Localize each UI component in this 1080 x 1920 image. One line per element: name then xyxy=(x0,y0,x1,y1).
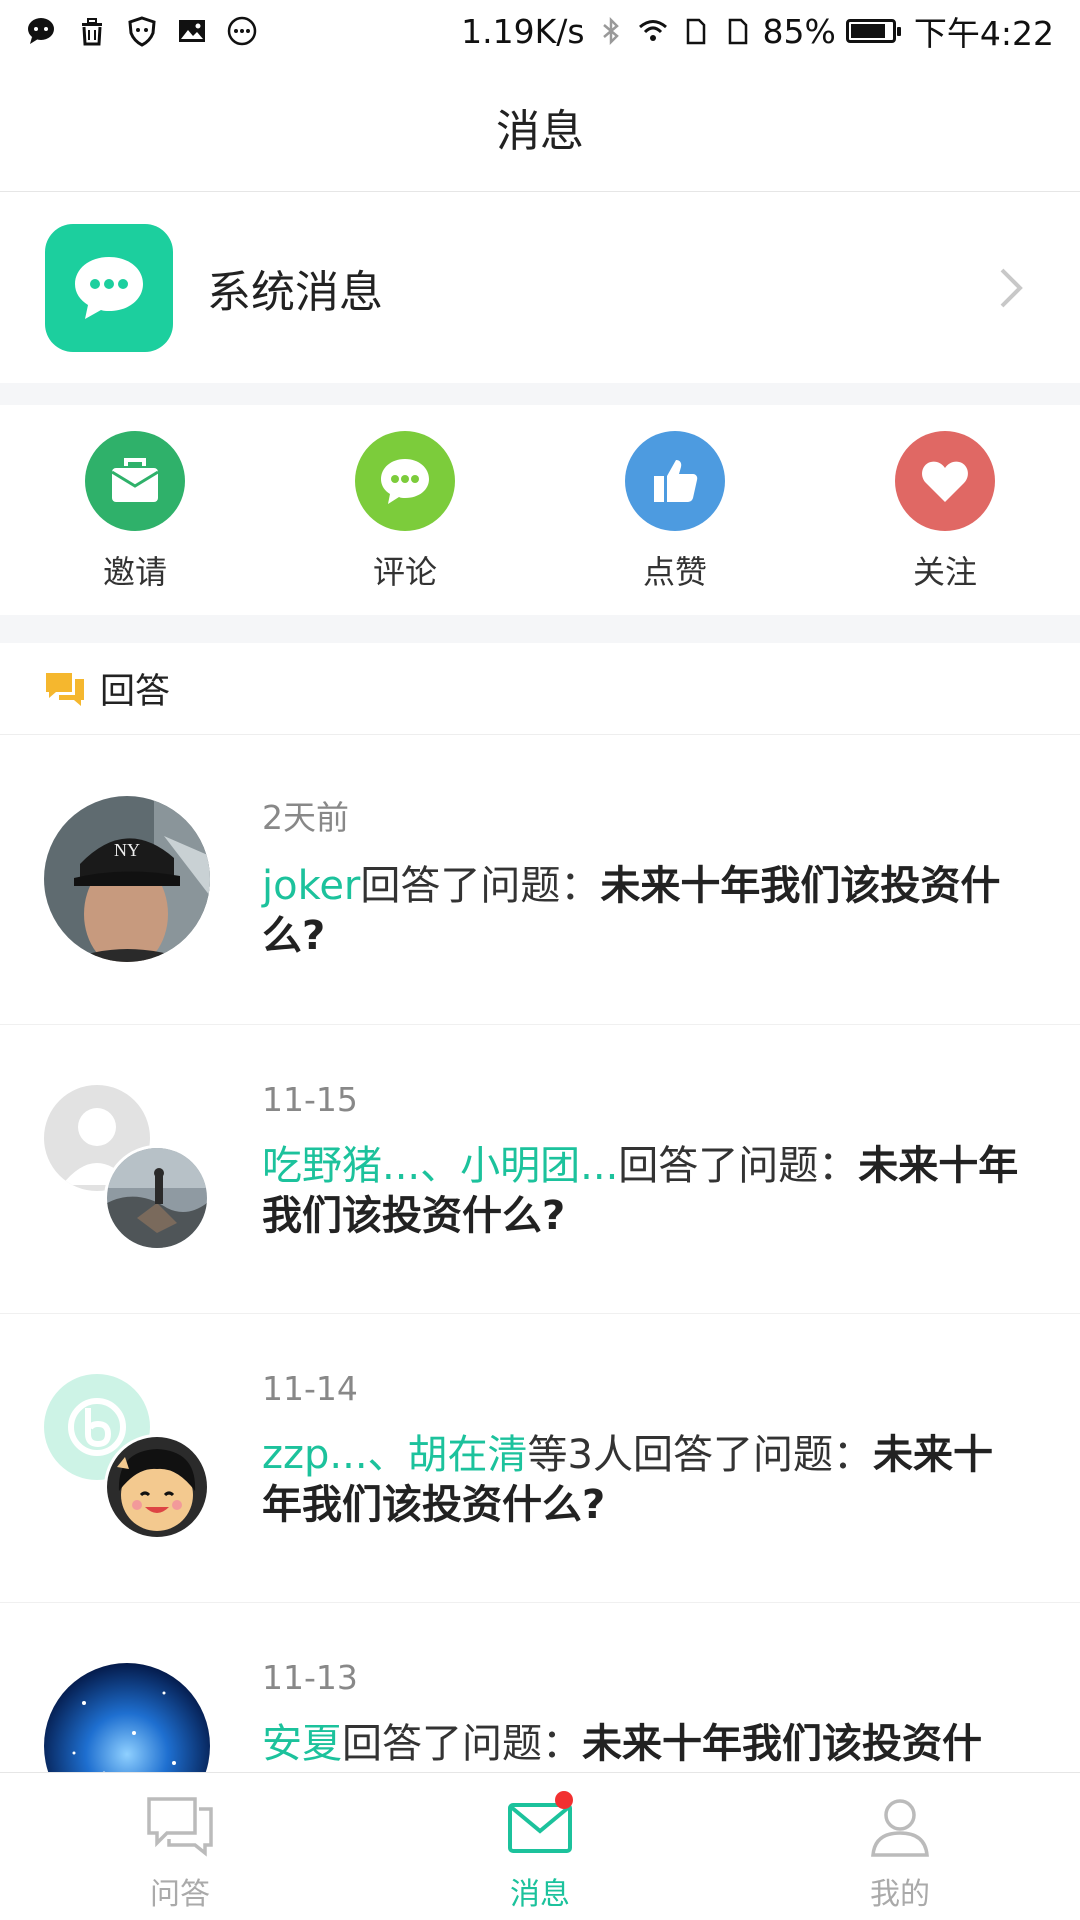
item-time: 11-14 xyxy=(262,1369,358,1408)
trash-icon xyxy=(76,15,108,47)
qa-chat-icon xyxy=(147,1797,213,1857)
item-content: 11-14 zzp...、胡在清等3人回答了问题：未来十年我们该投资什么? xyxy=(262,1369,1030,1530)
item-message: zzp...、胡在清等3人回答了问题：未来十年我们该投资什么? xyxy=(262,1430,1030,1530)
bluetooth-icon xyxy=(595,15,627,47)
item-time: 11-15 xyxy=(262,1080,358,1119)
mail-icon xyxy=(505,1791,575,1859)
item-time: 11-13 xyxy=(262,1658,358,1697)
avatar-group xyxy=(44,1663,214,1772)
item-names[interactable]: zzp...、胡在清 xyxy=(262,1432,528,1478)
net-speed: 1.19K/s xyxy=(461,11,585,51)
divider xyxy=(0,615,1080,643)
page-title: 消息 xyxy=(496,105,584,157)
tab-messages[interactable]: 消息 xyxy=(360,1773,720,1920)
item-message: joker回答了问题：未来十年我们该投资什么? xyxy=(262,861,1030,961)
item-content: 11-15 吃野猪...、小明团...回答了问题：未来十年我们该投资什么? xyxy=(262,1080,1030,1241)
divider xyxy=(0,383,1080,405)
answer-chat-icon xyxy=(46,672,84,706)
battery-icon xyxy=(845,19,901,43)
quick-actions: 邀请 评论 点赞 关注 xyxy=(0,405,1080,615)
answer-list: NY 2天前 joker回答了问题：未来十年我们该投资什么? 11-15 吃野猪… xyxy=(0,736,1080,1772)
tab-profile[interactable]: 我的 xyxy=(720,1773,1080,1920)
list-item[interactable]: NY 2天前 joker回答了问题：未来十年我们该投资什么? xyxy=(0,736,1080,1025)
item-content: 2天前 joker回答了问题：未来十年我们该投资什么? xyxy=(262,791,1030,961)
shield-icon xyxy=(126,15,158,47)
item-names[interactable]: 安夏 xyxy=(262,1721,342,1767)
answers-section-label: 回答 xyxy=(100,672,171,712)
unread-dot xyxy=(555,1791,573,1809)
clock: 下午4:22 xyxy=(913,14,1054,53)
action-like[interactable]: 点赞 xyxy=(540,405,810,615)
action-like-label: 点赞 xyxy=(642,553,707,591)
item-action: 回答了问题： xyxy=(360,863,601,909)
avatar-group xyxy=(44,1085,214,1255)
avatar: NY xyxy=(44,796,210,962)
item-message: 安夏回答了问题：未来十年我们该投资什么? xyxy=(262,1719,1030,1772)
system-messages-label: 系统消息 xyxy=(207,267,383,318)
item-content: 11-13 安夏回答了问题：未来十年我们该投资什么? xyxy=(262,1658,1030,1772)
image-icon xyxy=(176,15,208,47)
tab-messages-label: 消息 xyxy=(510,1877,570,1912)
sim1-icon xyxy=(679,15,711,47)
item-action: 回答了问题： xyxy=(342,1721,582,1767)
avatar xyxy=(104,1145,210,1251)
action-invite[interactable]: 邀请 xyxy=(0,405,270,615)
item-message: 吃野猪...、小明团...回答了问题：未来十年我们该投资什么? xyxy=(262,1141,1030,1241)
tab-profile-label: 我的 xyxy=(870,1877,930,1912)
action-follow-label: 关注 xyxy=(912,553,977,591)
item-time: 2天前 xyxy=(262,798,349,837)
tab-qa[interactable]: 问答 xyxy=(0,1773,360,1920)
battery-percent: 85% xyxy=(762,11,836,51)
heart-icon xyxy=(895,431,995,531)
svg-text:NY: NY xyxy=(114,840,140,860)
action-follow[interactable]: 关注 xyxy=(810,405,1080,615)
action-comment-label: 评论 xyxy=(372,553,437,591)
item-action: 回答了问题： xyxy=(618,1143,859,1189)
item-action: 等3人回答了问题： xyxy=(527,1432,873,1478)
invite-box-icon xyxy=(85,431,185,531)
action-comment[interactable]: 评论 xyxy=(270,405,540,615)
system-messages-row[interactable]: 系统消息 xyxy=(0,193,1080,383)
list-item[interactable]: 11-13 安夏回答了问题：未来十年我们该投资什么? xyxy=(0,1603,1080,1772)
comment-bubble-icon xyxy=(355,431,455,531)
answers-section-header: 回答 xyxy=(0,643,1080,735)
action-invite-label: 邀请 xyxy=(102,553,167,591)
bottom-nav: 问答 消息 我的 xyxy=(0,1772,1080,1920)
person-icon xyxy=(871,1799,929,1857)
status-bar-system: 1.19K/s 85% 下午4:22 xyxy=(461,7,1054,55)
sim2-icon xyxy=(721,15,753,47)
avatar-group xyxy=(44,1374,214,1544)
avatar xyxy=(44,1663,210,1772)
avatar-group: NY xyxy=(44,796,214,966)
list-item[interactable]: 11-14 zzp...、胡在清等3人回答了问题：未来十年我们该投资什么? xyxy=(0,1314,1080,1603)
item-names[interactable]: 吃野猪...、小明团... xyxy=(262,1143,618,1189)
tab-qa-label: 问答 xyxy=(150,1877,210,1912)
wechat-icon xyxy=(26,15,58,47)
chevron-right-icon xyxy=(1000,268,1023,308)
list-item[interactable]: 11-15 吃野猪...、小明团...回答了问题：未来十年我们该投资什么? xyxy=(0,1025,1080,1314)
chat-bubble-icon xyxy=(45,224,173,352)
more-icon xyxy=(226,15,258,47)
status-bar: 1.19K/s 85% 下午4:22 xyxy=(0,0,1080,62)
item-names[interactable]: joker xyxy=(262,863,360,909)
avatar xyxy=(104,1434,210,1540)
status-bar-notifications xyxy=(26,15,258,47)
wifi-icon xyxy=(637,15,669,47)
title-bar: 消息 xyxy=(0,62,1080,192)
thumbs-up-icon xyxy=(625,431,725,531)
